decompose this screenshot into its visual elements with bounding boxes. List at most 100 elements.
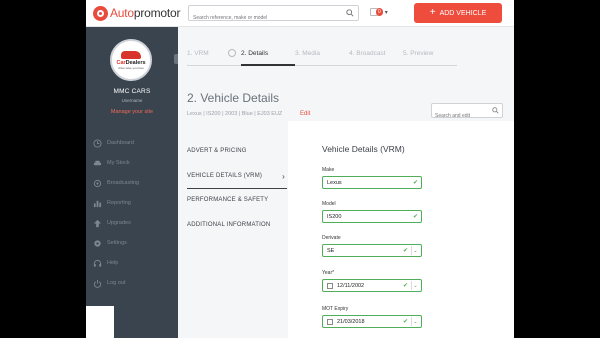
manage-site-link[interactable]: Manage your site <box>86 109 178 115</box>
sidebar-item-help[interactable]: Help <box>93 253 139 273</box>
form-title: Vehicle Details (VRM) <box>322 144 405 154</box>
step-label: 4. Broadcast <box>349 50 386 57</box>
screen-frame: Autopromotor 0 ▾ + ADD VEHICLE CarDealer… <box>0 0 600 338</box>
model-input[interactable]: IS200 ✔ <box>322 210 422 223</box>
derivate-label: Derivate <box>322 235 341 241</box>
page-title: 2. Vehicle Details <box>187 91 280 105</box>
sidebar-item-log-out[interactable]: Log out <box>93 273 139 293</box>
edit-link[interactable]: Edit <box>300 111 310 117</box>
car-logo-icon <box>121 50 141 59</box>
sidebar-item-label: Broadcasting <box>107 180 140 186</box>
year-value: 12/11/2002 <box>337 282 365 289</box>
chevron-down-icon: ▾ <box>384 9 388 16</box>
make-input[interactable]: Lexus ✔ <box>322 176 422 189</box>
mot-expiry-field: MOT Expiry 21/03/2018 ✔ ⌄ <box>322 306 422 328</box>
global-search <box>188 5 359 25</box>
checkmark-icon: ✔ <box>402 319 408 325</box>
mot-expiry-value: 21/03/2018 <box>337 318 365 325</box>
dealer-name: MMC CARS <box>113 88 151 95</box>
section-advert-pricing[interactable]: ADVERT & PRICING <box>187 148 287 173</box>
sidebar-item-reporting[interactable]: Reporting <box>93 193 139 213</box>
mot-expiry-input[interactable]: 21/03/2018 ✔ ⌄ <box>322 315 422 328</box>
step-label: 5. Preview <box>403 50 434 57</box>
app-window: Autopromotor 0 ▾ + ADD VEHICLE CarDealer… <box>86 0 514 338</box>
search-and-edit <box>431 103 503 123</box>
sidebar-nav: Dashboard My Stock Broadcasting Reportin… <box>93 133 139 293</box>
sidebar-item-upgrades[interactable]: Upgrades <box>93 213 139 233</box>
wizard-steps: 1. VRM 2. Details 3. Media 4. Broadcast … <box>187 49 457 66</box>
broadcast-icon <box>93 179 102 188</box>
global-search-input[interactable] <box>189 11 339 25</box>
section-performance-safety[interactable]: PERFORMANCE & SAFETY <box>187 197 287 222</box>
logo-text-part-b: promotor <box>133 6 181 20</box>
top-bar: Autopromotor 0 ▾ + ADD VEHICLE <box>86 0 514 27</box>
sidebar-item-label: Reporting <box>107 200 131 206</box>
mot-expiry-label: MOT Expiry <box>322 306 349 312</box>
sidebar-item-settings[interactable]: Settings <box>93 233 139 253</box>
sidebar-item-label: Help <box>107 260 119 266</box>
sidebar: CarDealers drive save you love MMC CARS … <box>86 27 186 338</box>
dealer-avatar: CarDealers drive save you love <box>110 39 152 81</box>
bar-chart-icon <box>93 199 102 208</box>
headset-icon <box>93 259 102 268</box>
clock-icon <box>93 138 102 148</box>
year-input[interactable]: 12/11/2002 ✔ ⌄ <box>322 279 422 292</box>
section-label: VEHICLE DETAILS (VRM) <box>187 173 263 179</box>
derivate-select[interactable]: SE ✔ ⌄ <box>322 244 422 257</box>
vehicle-summary: Lexus | IS200 | 2003 | Blue | EJ03 EUZ <box>187 111 283 117</box>
notifications-menu[interactable]: 0 ▾ <box>370 8 388 16</box>
main-content: 1. VRM 2. Details 3. Media 4. Broadcast … <box>178 27 514 338</box>
model-value: IS200 <box>327 213 342 220</box>
section-vehicle-details[interactable]: VEHICLE DETAILS (VRM) › <box>187 172 287 189</box>
checkmark-icon: ✔ <box>402 283 408 289</box>
upgrade-arrow-icon <box>93 219 102 228</box>
calendar-icon <box>327 282 333 289</box>
dealer-username: Username <box>121 98 143 103</box>
derivate-value: SE <box>327 247 335 254</box>
step-preview[interactable]: 5. Preview <box>403 50 457 66</box>
search-icon[interactable] <box>346 9 354 17</box>
gear-icon <box>93 239 102 248</box>
chevron-right-icon: › <box>282 172 285 181</box>
step-details[interactable]: 2. Details <box>241 50 295 66</box>
logo-icon <box>93 5 108 21</box>
section-additional-info[interactable]: ADDITIONAL INFORMATION <box>187 222 287 247</box>
checkmark-icon: ✔ <box>412 214 418 220</box>
add-vehicle-button[interactable]: + ADD VEHICLE <box>414 3 502 23</box>
step-media[interactable]: 3. Media <box>295 50 349 66</box>
avatar-tagline: drive save you love <box>118 65 144 70</box>
step-label: 3. Media <box>295 50 320 57</box>
search-icon[interactable] <box>492 107 499 114</box>
check-circle-icon <box>228 49 236 57</box>
make-field: Make Lexus ✔ <box>322 167 422 189</box>
plus-icon: + <box>429 7 436 18</box>
checkmark-icon: ✔ <box>402 248 408 254</box>
calendar-icon <box>327 318 333 325</box>
model-label: Model <box>322 201 336 207</box>
sidebar-item-label: Upgrades <box>107 220 131 226</box>
car-icon <box>93 159 102 168</box>
notification-badge: 0 <box>376 8 383 16</box>
add-vehicle-label: ADD VEHICLE <box>439 9 487 17</box>
app-logo[interactable]: Autopromotor <box>93 5 181 21</box>
step-label: 2. Details <box>241 50 269 57</box>
sidebar-item-label: Log out <box>107 280 126 286</box>
sidebar-item-label: My Stock <box>107 160 130 166</box>
sidebar-item-label: Settings <box>107 240 127 246</box>
power-icon <box>93 279 102 288</box>
step-broadcast[interactable]: 4. Broadcast <box>349 50 403 66</box>
sidebar-item-my-stock[interactable]: My Stock <box>93 153 139 173</box>
checkmark-icon: ✔ <box>412 180 418 186</box>
make-value: Lexus <box>327 179 342 186</box>
white-overlay-block <box>86 306 114 338</box>
sidebar-item-dashboard[interactable]: Dashboard <box>93 133 139 153</box>
sidebar-item-broadcasting[interactable]: Broadcasting <box>93 173 139 193</box>
vehicle-details-form: Vehicle Details (VRM) Make Lexus ✔ Model … <box>288 121 514 338</box>
model-field: Model IS200 ✔ <box>322 201 422 223</box>
sidebar-item-label: Dashboard <box>107 140 134 146</box>
step-vrm[interactable]: 1. VRM <box>187 49 241 66</box>
derivate-field: Derivate SE ✔ ⌄ <box>322 235 422 257</box>
chevron-down-icon: ⌄ <box>411 281 419 290</box>
make-label: Make <box>322 167 335 173</box>
step-label: 1. VRM <box>187 50 209 57</box>
